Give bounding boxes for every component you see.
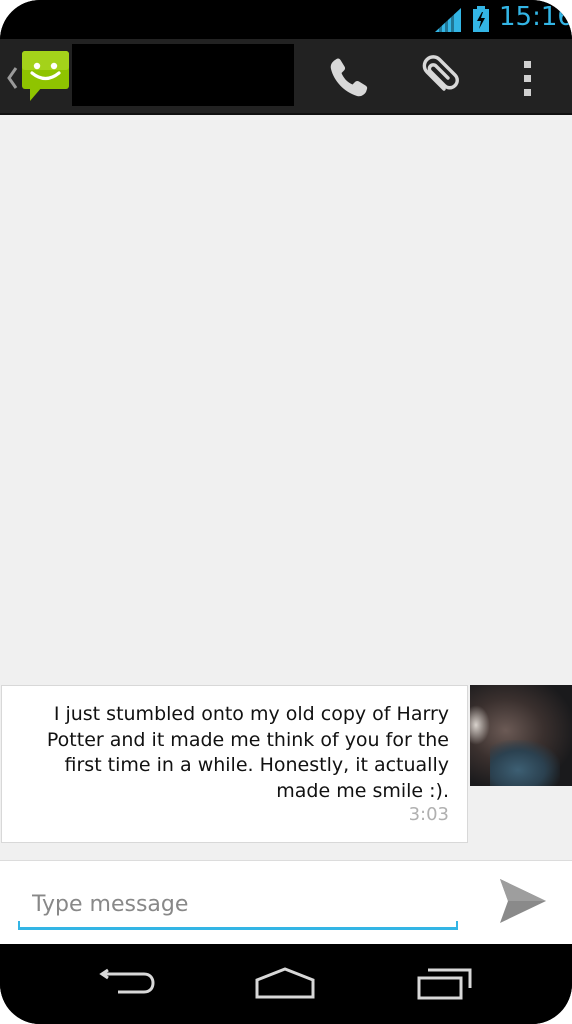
signal-icon xyxy=(435,8,461,32)
navigation-bar xyxy=(0,944,572,1024)
paperclip-icon[interactable] xyxy=(414,53,462,101)
phone-frame: 15:16 I just stumbled onto my old copy o… xyxy=(0,0,572,1024)
message-input[interactable] xyxy=(18,881,458,927)
back-icon[interactable] xyxy=(98,966,156,1002)
recents-icon[interactable] xyxy=(416,966,472,1002)
send-icon[interactable] xyxy=(496,877,548,925)
action-bar xyxy=(0,39,572,115)
status-bar: 15:16 xyxy=(0,0,572,39)
input-underline xyxy=(18,921,458,930)
contact-name[interactable] xyxy=(72,44,294,106)
phone-icon[interactable] xyxy=(326,55,372,101)
message-bubble[interactable]: I just stumbled onto my old copy of Harr… xyxy=(1,685,468,843)
conversation-list[interactable]: I just stumbled onto my old copy of Harr… xyxy=(0,115,572,860)
overflow-menu-icon[interactable] xyxy=(513,55,543,101)
messaging-app-icon[interactable] xyxy=(22,51,70,101)
message-composer xyxy=(0,860,572,944)
up-chevron-icon[interactable] xyxy=(6,67,18,89)
home-icon[interactable] xyxy=(254,966,316,1000)
status-clock: 15:16 xyxy=(499,2,572,32)
contact-avatar[interactable] xyxy=(470,685,572,786)
message-timestamp: 3:03 xyxy=(408,804,449,825)
message-text: I just stumbled onto my old copy of Harr… xyxy=(46,703,449,802)
battery-charging-icon xyxy=(473,6,489,32)
